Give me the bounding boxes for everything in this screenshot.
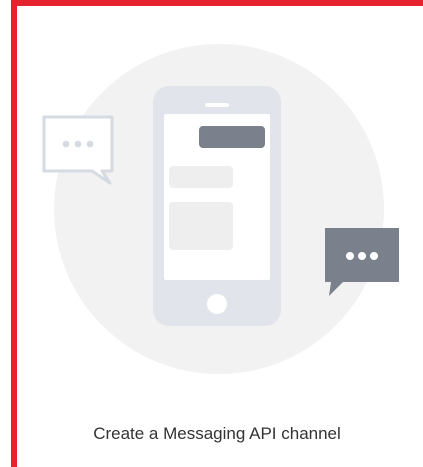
phone-speaker [205, 103, 229, 107]
card-title: Create a Messaging API channel [93, 424, 341, 443]
messaging-illustration [17, 6, 423, 386]
incoming-message-bubble-large [169, 202, 233, 250]
create-messaging-api-channel-card[interactable]: Create a Messaging API channel [11, 0, 423, 467]
chat-bubble-filled-icon [325, 228, 399, 296]
phone-screen [164, 114, 270, 280]
smartphone-icon [153, 86, 281, 326]
incoming-message-bubble [169, 166, 233, 188]
outgoing-message-bubble [199, 126, 265, 148]
chat-bubble-outline-icon [42, 115, 114, 185]
phone-home-button [207, 294, 227, 314]
